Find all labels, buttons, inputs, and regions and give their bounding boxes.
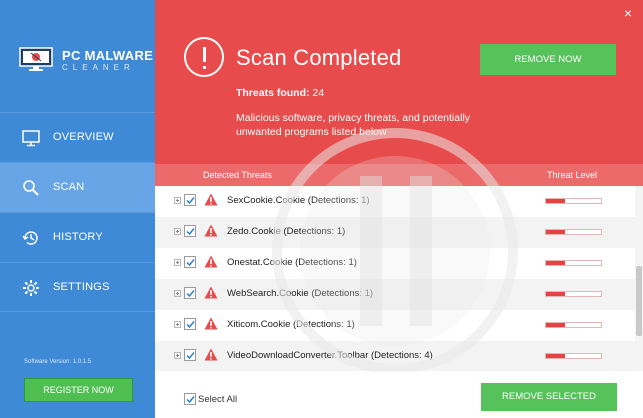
- threats-description: Malicious software, privacy threats, and…: [236, 112, 471, 138]
- expand-icon[interactable]: [174, 352, 181, 359]
- threat-name: VideoDownloadConverter.Toolbar (Detectio…: [227, 350, 433, 361]
- threat-level-fill: [546, 354, 565, 358]
- search-icon: [23, 180, 39, 196]
- threat-level-bar: [545, 353, 602, 359]
- app-logo: PC MALWARE CLEANER: [0, 0, 155, 112]
- threat-level-fill: [546, 199, 565, 203]
- select-all-checkbox[interactable]: [184, 393, 196, 405]
- table-row[interactable]: VideoDownloadConverter.Toolbar (Detectio…: [155, 341, 635, 371]
- threat-level-fill: [546, 261, 565, 265]
- table-row[interactable]: SexCookie.Cookie (Detections: 1): [155, 186, 635, 217]
- threat-table-header: Detected Threats Threat Level: [155, 164, 643, 186]
- expand-icon[interactable]: [174, 321, 181, 328]
- alert-icon: [184, 37, 224, 77]
- warning-icon: [204, 317, 218, 330]
- row-checkbox[interactable]: [184, 349, 196, 361]
- monitor-icon: [22, 130, 40, 147]
- monitor-logo-icon: [19, 47, 53, 71]
- sidebar-item-label: HISTORY: [53, 231, 103, 243]
- threat-name: Onestat.Cookie (Detections: 1): [227, 257, 357, 268]
- row-checkbox[interactable]: [184, 287, 196, 299]
- row-checkbox[interactable]: [184, 225, 196, 237]
- expand-icon[interactable]: [174, 197, 181, 204]
- page-title: Scan Completed: [236, 45, 402, 70]
- sidebar-item-label: SETTINGS: [53, 281, 110, 293]
- table-row[interactable]: WebSearch.Cookie (Detections: 1): [155, 279, 635, 310]
- table-row[interactable]: Onestat.Cookie (Detections: 1): [155, 248, 635, 279]
- sidebar-item-scan[interactable]: SCAN: [0, 162, 155, 212]
- sidebar-item-overview[interactable]: OVERVIEW: [0, 112, 155, 162]
- threat-name: Zedo.Cookie (Detections: 1): [227, 226, 346, 237]
- scan-result-header: × Scan Completed Threats found: 24 Malic…: [155, 0, 643, 164]
- app-name: PC MALWARE: [62, 48, 154, 63]
- scrollbar-thumb[interactable]: [636, 266, 642, 336]
- software-version: Software Version: 1.0.1.5: [24, 359, 92, 365]
- sidebar-item-settings[interactable]: SETTINGS: [0, 262, 155, 312]
- select-all-label[interactable]: Select All: [198, 394, 237, 405]
- threat-name: WebSearch.Cookie (Detections: 1): [227, 288, 374, 299]
- expand-icon[interactable]: [174, 290, 181, 297]
- expand-icon[interactable]: [174, 228, 181, 235]
- sidebar: PC MALWARE CLEANER OVERVIEW SCAN HISTORY…: [0, 0, 155, 418]
- sidebar-item-label: OVERVIEW: [53, 131, 114, 143]
- column-header-threats: Detected Threats: [203, 170, 272, 180]
- threats-found: Threats found: 24: [236, 87, 324, 99]
- footer-bar: Select All REMOVE SELECTED: [155, 372, 643, 418]
- sidebar-item-label: SCAN: [53, 181, 85, 193]
- threat-level-bar: [545, 291, 602, 297]
- table-row[interactable]: Zedo.Cookie (Detections: 1): [155, 217, 635, 248]
- threat-list: SexCookie.Cookie (Detections: 1) Zedo.Coo…: [155, 186, 635, 371]
- column-header-level: Threat Level: [547, 170, 598, 180]
- row-checkbox[interactable]: [184, 256, 196, 268]
- threat-name: SexCookie.Cookie (Detections: 1): [227, 195, 370, 206]
- threat-level-bar: [545, 198, 602, 204]
- row-checkbox[interactable]: [184, 194, 196, 206]
- warning-icon: [204, 348, 218, 361]
- threat-level-bar: [545, 322, 602, 328]
- warning-icon: [204, 224, 218, 237]
- threat-level-fill: [546, 230, 565, 234]
- threat-level-fill: [546, 323, 565, 327]
- threat-level-bar: [545, 229, 602, 235]
- row-checkbox[interactable]: [184, 318, 196, 330]
- table-row[interactable]: Xiticom.Cookie (Detections: 1): [155, 310, 635, 341]
- sidebar-nav: OVERVIEW SCAN HISTORY SETTINGS: [0, 112, 155, 312]
- threat-level-bar: [545, 260, 602, 266]
- app-subtitle: CLEANER: [62, 63, 135, 72]
- threat-level-fill: [546, 292, 565, 296]
- warning-icon: [204, 255, 218, 268]
- warning-icon: [204, 286, 218, 299]
- threat-name: Xiticom.Cookie (Detections: 1): [227, 319, 355, 330]
- register-now-button[interactable]: REGISTER NOW: [24, 378, 133, 402]
- remove-selected-button[interactable]: REMOVE SELECTED: [481, 383, 617, 411]
- sidebar-item-history[interactable]: HISTORY: [0, 212, 155, 262]
- gear-icon: [23, 280, 39, 296]
- expand-icon[interactable]: [174, 259, 181, 266]
- threats-found-count: 24: [312, 87, 325, 99]
- threats-found-label: Threats found:: [236, 87, 310, 99]
- scrollbar[interactable]: [635, 186, 643, 371]
- history-icon: [22, 231, 38, 245]
- warning-icon: [204, 193, 218, 206]
- close-icon[interactable]: ×: [621, 6, 635, 20]
- remove-now-button[interactable]: REMOVE NOW: [480, 44, 616, 75]
